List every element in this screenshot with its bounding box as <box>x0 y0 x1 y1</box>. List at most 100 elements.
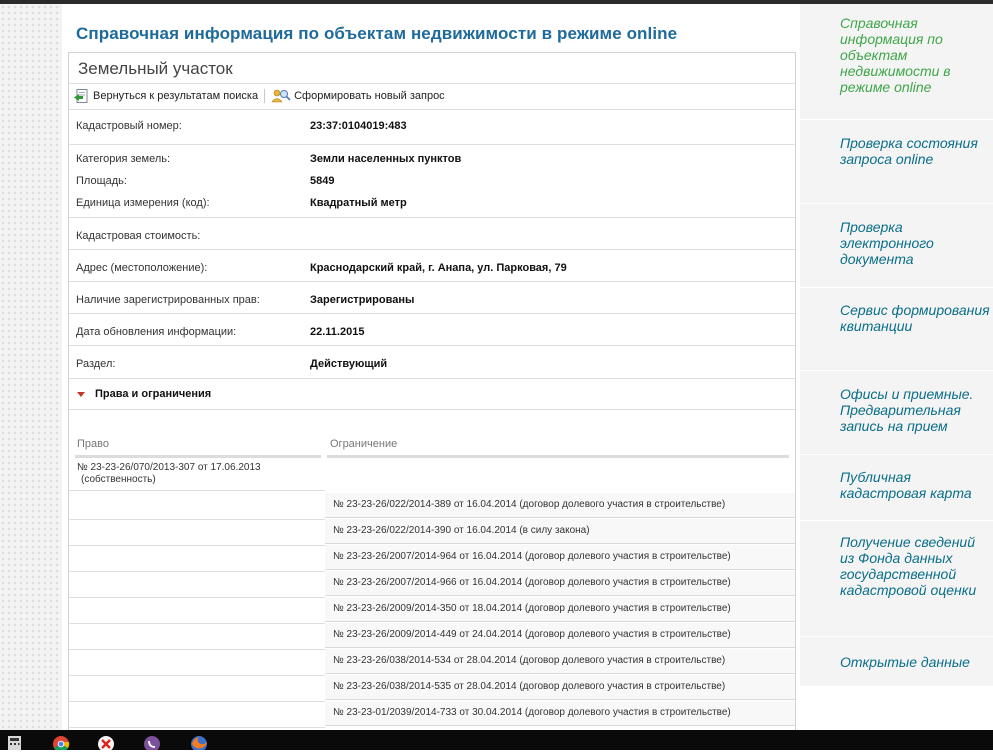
sidebar-divider <box>800 119 993 120</box>
divider <box>69 701 325 702</box>
divider <box>69 409 795 410</box>
field-label: Наличие зарегистрированных прав: <box>76 294 260 306</box>
restriction-row: № 23-23-26/022/2014-390 от 16.04.2014 (в… <box>325 519 795 544</box>
field-label: Площадь: <box>76 175 127 187</box>
header-underline <box>327 455 789 458</box>
divider <box>69 519 325 520</box>
restriction-text: № 23-23-26/2009/2014-350 от 18.04.2014 (… <box>333 603 731 614</box>
page-background-pattern <box>0 4 62 730</box>
field-value: Квадратный метр <box>310 197 407 209</box>
divider <box>69 281 795 282</box>
divider <box>69 545 325 546</box>
viber-icon[interactable] <box>143 734 161 752</box>
restriction-text: № 23-23-26/038/2014-534 от 28.04.2014 (д… <box>333 655 726 666</box>
divider <box>69 313 795 314</box>
restriction-text: № 23-23-26/022/2014-390 от 16.04.2014 (в… <box>333 525 590 536</box>
restriction-row: № 23-23-26/2007/2014-966 от 16.04.2014 (… <box>325 571 795 596</box>
field-section: Раздел: Действующий <box>69 354 795 376</box>
sidebar-divider <box>800 287 993 288</box>
field-label: Дата обновления информации: <box>76 326 237 338</box>
divider <box>69 727 325 728</box>
sidebar-item-cadastral-map[interactable]: Публичная кадастровая карта <box>840 469 990 501</box>
rights-section-toggle[interactable]: Права и ограничения <box>77 388 211 400</box>
divider <box>69 345 795 346</box>
restriction-text: № 23-23-26/2007/2014-964 от 16.04.2014 (… <box>333 551 731 562</box>
restriction-text: № 23-23-26/022/2014-389 от 16.04.2014 (д… <box>333 499 726 510</box>
sidebar-divider <box>800 203 993 204</box>
field-registered-rights: Наличие зарегистрированных прав: Зарегис… <box>69 290 795 312</box>
taskbar <box>0 730 993 752</box>
rights-section-title: Права и ограничения <box>95 388 212 400</box>
field-area: Площадь: 5849 <box>69 171 795 193</box>
sidebar-divider <box>800 636 993 637</box>
restriction-text: № 23-23-26/2009/2014-449 от 24.04.2014 (… <box>333 629 731 640</box>
col-header-right: Право <box>77 438 109 450</box>
sidebar-item-valuation-fund[interactable]: Получение сведений из Фонда данных госуд… <box>840 534 990 598</box>
restriction-row: № 23-23-01/2039/2014-733 от 30.04.2014 (… <box>325 701 795 726</box>
back-to-results-link[interactable]: Вернуться к результатам поиска <box>74 89 258 103</box>
sidebar-item-open-data[interactable]: Открытые данные <box>840 654 990 670</box>
field-value: 22.11.2015 <box>310 326 365 338</box>
sidebar-divider <box>800 454 993 455</box>
field-label: Кадастровая стоимость: <box>76 230 201 242</box>
field-label: Единица измерения (код): <box>76 197 210 209</box>
divider <box>69 490 325 491</box>
main-content: Справочная информация по объектам недвиж… <box>62 4 800 730</box>
sidebar-item-request-status[interactable]: Проверка состояния запроса online <box>840 135 990 167</box>
restriction-row: № 23-23-26/038/2014-534 от 28.04.2014 (д… <box>325 649 795 674</box>
field-land-category: Категория земель: Земли населенных пункт… <box>69 149 795 171</box>
restriction-text: № 23-23-26/038/2014-535 от 28.04.2014 (д… <box>333 681 726 692</box>
sidebar-item-online-info[interactable]: Справочная информация по объектам недвиж… <box>840 15 990 95</box>
restriction-row: № 23-23-26/022/2014-389 от 16.04.2014 (д… <box>325 493 795 518</box>
field-update-date: Дата обновления информации: 22.11.2015 <box>69 322 795 344</box>
field-value: Краснодарский край, г. Анапа, ул. Парков… <box>310 262 567 274</box>
divider <box>69 623 325 624</box>
right-number: № 23-23-26/070/2013-307 от 17.06.2013 <box>77 462 261 473</box>
object-card: Земельный участок Вернуться к результата… <box>68 52 796 730</box>
sidebar-divider <box>800 520 993 521</box>
field-label: Раздел: <box>76 358 116 370</box>
field-label: Адрес (местоположение): <box>76 262 208 274</box>
right-type: (собственность) <box>81 474 156 485</box>
field-unit: Единица измерения (код): Квадратный метр <box>69 193 795 215</box>
restriction-row: № 23-23-26/038/2014-535 от 28.04.2014 (д… <box>325 675 795 700</box>
divider <box>69 217 795 218</box>
restriction-text: № 23-23-01/2039/2014-733 от 30.04.2014 (… <box>333 707 731 718</box>
field-value: Земли населенных пунктов <box>310 153 462 165</box>
sidebar-item-offices[interactable]: Офисы и приемные. Предварительная запись… <box>840 386 990 434</box>
field-label: Категория земель: <box>76 153 171 165</box>
sidebar: Справочная информация по объектам недвиж… <box>800 4 993 686</box>
divider <box>69 597 325 598</box>
sidebar-item-receipt-service[interactable]: Сервис формирования квитанции <box>840 302 990 334</box>
col-header-restriction: Ограничение <box>330 438 398 450</box>
yandex-icon[interactable] <box>97 734 115 752</box>
action-bar: Вернуться к результатам поиска Сформиров… <box>74 87 445 105</box>
expanded-triangle-icon <box>77 391 85 397</box>
field-value: 23:37:0104019:483 <box>310 120 407 132</box>
field-address: Адрес (местоположение): Краснодарский кр… <box>69 258 795 280</box>
firefox-icon[interactable] <box>190 734 208 752</box>
divider <box>69 144 795 145</box>
restriction-row: № 23-23-26/2009/2014-350 от 18.04.2014 (… <box>325 597 795 622</box>
field-value: 5849 <box>310 175 335 187</box>
document-back-icon <box>74 89 90 103</box>
sidebar-divider <box>800 370 993 371</box>
field-value: Действующий <box>310 358 388 370</box>
field-cadastral-value: Кадастровая стоимость: <box>69 226 795 248</box>
sidebar-item-document-check[interactable]: Проверка электронного документа <box>840 219 990 267</box>
divider <box>69 675 325 676</box>
field-value: Зарегистрированы <box>310 294 415 306</box>
field-cadastral-number: Кадастровый номер: 23:37:0104019:483 <box>69 116 795 138</box>
back-to-results-label: Вернуться к результатам поиска <box>93 90 259 102</box>
new-request-link[interactable]: Сформировать новый запрос <box>271 89 445 103</box>
restriction-row: № 23-23-26/2009/2014-449 от 24.04.2014 (… <box>325 623 795 648</box>
card-title: Земельный участок <box>78 59 233 78</box>
divider <box>69 378 795 379</box>
field-label: Кадастровый номер: <box>76 120 182 132</box>
restriction-row: № 23-23-26/2007/2014-964 от 16.04.2014 (… <box>325 545 795 570</box>
calculator-icon[interactable] <box>6 734 24 750</box>
right-entry: № 23-23-26/070/2013-307 от 17.06.2013 (с… <box>77 462 261 486</box>
restriction-text: № 23-23-26/2007/2014-966 от 16.04.2014 (… <box>333 577 731 588</box>
divider <box>69 83 795 84</box>
chrome-icon[interactable] <box>52 734 70 752</box>
